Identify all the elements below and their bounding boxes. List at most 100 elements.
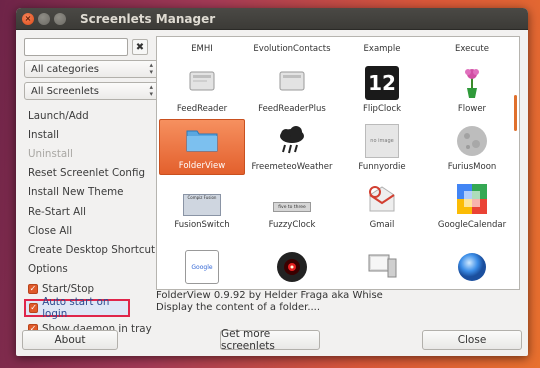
restart-all-button[interactable]: Re-Start All (24, 202, 160, 221)
screenlet-item[interactable]: GoogleCalendar (429, 177, 515, 233)
get-more-label: Get more screenlets (221, 328, 275, 352)
screenlet-label: GoogleCalendar (437, 220, 507, 230)
screenlet-item[interactable]: FeedReader (159, 61, 245, 117)
screenlet-label: Execute (455, 44, 489, 54)
screenlet-filter-value: All Screenlets (31, 85, 100, 97)
flipclock-digits: 12 (368, 71, 396, 95)
screenlet-item[interactable]: five to three FuzzyClock (249, 177, 335, 233)
screenlet-item[interactable]: EvolutionContacts (249, 37, 335, 57)
create-shortcut-button[interactable]: Create Desktop Shortcut (24, 240, 160, 259)
feedreader-icon (185, 66, 219, 100)
no-image-text: no image (370, 138, 394, 144)
screenlet-item[interactable]: Gmail (339, 177, 425, 233)
screenlet-info-description: Display the content of a folder.... (156, 302, 321, 313)
screenlet-label: FuriusMoon (447, 162, 497, 172)
auto-start-checkbox[interactable]: ✓ Auto start on login (24, 295, 130, 320)
window-close-button[interactable]: × (22, 12, 34, 25)
screenlet-label: FusionSwitch (174, 220, 230, 230)
category-combo[interactable]: All categories ▴ ▾ (24, 60, 160, 78)
screenlet-item[interactable]: Compiz Fusion FusionSwitch (159, 177, 245, 233)
fusionswitch-icon: Compiz Fusion (183, 194, 221, 216)
screenlet-label: Flower (457, 104, 487, 114)
screenlet-label: Example (363, 44, 401, 54)
screenlet-item[interactable]: FuriusMoon (429, 119, 515, 175)
google-calendar-icon (455, 182, 489, 216)
fuzzyclock-icon: five to three (273, 202, 311, 212)
title-bar: × Screenlets Manager (16, 8, 528, 30)
window-minimize-button[interactable] (38, 12, 50, 25)
blue-orb-icon (455, 250, 489, 284)
screenlet-label: Gmail (369, 220, 395, 230)
screenlet-item[interactable]: FolderView (159, 119, 245, 175)
screenlet-item[interactable]: EMHI (159, 37, 245, 57)
category-combo-value: All categories (31, 63, 99, 75)
gmail-icon (365, 182, 399, 216)
screenlet-item[interactable]: no image Funnyordie (339, 119, 425, 175)
flower-icon (455, 66, 489, 100)
no-image-icon: no image (365, 124, 399, 158)
close-button-label: Close (457, 334, 487, 346)
window-maximize-button[interactable] (54, 12, 66, 25)
screenlet-label: FolderView (178, 161, 226, 171)
checkmark-icon: ✓ (29, 302, 39, 313)
screenlet-label: FreemeteoWeather (251, 162, 333, 172)
start-stop-label: Start/Stop (42, 282, 95, 295)
computer-icon (365, 250, 399, 284)
uninstall-button[interactable]: Uninstall (24, 144, 160, 163)
window-title: Screenlets Manager (80, 11, 216, 26)
get-more-screenlets-button[interactable]: Get more screenlets (220, 328, 320, 352)
close-all-button[interactable]: Close All (24, 221, 160, 240)
clear-icon: ✖ (135, 41, 145, 53)
about-button-label: About (54, 334, 86, 346)
screenlet-filter-combo[interactable]: All Screenlets ▴ ▾ (24, 82, 160, 100)
auto-start-label: Auto start on login (42, 295, 110, 320)
grid-scrollbar[interactable] (514, 95, 517, 131)
screenlet-item[interactable] (249, 235, 335, 289)
screenlet-item[interactable] (339, 235, 425, 289)
screenlet-info: FolderView 0.9.92 by Helder Fraga aka Wh… (156, 290, 516, 314)
feedreaderplus-icon (275, 66, 309, 100)
action-list: Launch/Add Install Uninstall Reset Scree… (24, 106, 160, 279)
folder-icon (185, 123, 219, 157)
google-icon: Google (185, 250, 219, 284)
reset-config-button[interactable]: Reset Screenlet Config (24, 164, 160, 183)
combo-arrows-icon: ▴ ▾ (149, 83, 153, 98)
search-input[interactable] (24, 38, 128, 56)
checkmark-icon: ✓ (28, 283, 38, 294)
launch-add-button[interactable]: Launch/Add (24, 106, 160, 125)
flipclock-icon: 12 (365, 66, 399, 100)
install-theme-button[interactable]: Install New Theme (24, 183, 160, 202)
screenlet-label: FeedReader (176, 104, 228, 114)
fusionswitch-text: Compiz Fusion (187, 195, 217, 200)
about-button[interactable]: About (22, 330, 118, 350)
screenlet-label: FlipClock (362, 104, 402, 114)
screenlet-info-title: FolderView 0.9.92 by Helder Fraga aka Wh… (156, 290, 383, 301)
hal-icon (275, 250, 309, 284)
options-button[interactable]: Options (24, 260, 160, 279)
screenlet-label: EvolutionContacts (253, 44, 331, 54)
combo-arrows-icon: ▴ ▾ (149, 61, 153, 76)
screenlets-manager-window: × Screenlets Manager ✖ All categories ▴ ▾… (16, 8, 528, 356)
moon-icon (455, 124, 489, 158)
rain-cloud-icon (275, 124, 309, 158)
screenlet-item[interactable]: Execute (429, 37, 515, 57)
screenlet-label: FuzzyClock (268, 220, 316, 230)
close-button[interactable]: Close (422, 330, 522, 350)
screenlet-item[interactable]: Flower (429, 61, 515, 117)
screenlet-item[interactable]: FeedReaderPlus (249, 61, 335, 117)
screenlet-grid: EMHI EvolutionContacts Example Execute F… (156, 36, 520, 290)
left-panel: ✖ All categories ▴ ▾ All Screenlets ▴ ▾ La… (24, 38, 160, 339)
screenlet-item[interactable]: 12 FlipClock (339, 61, 425, 117)
clear-search-button[interactable]: ✖ (132, 39, 148, 55)
screenlet-item[interactable]: Google (159, 235, 245, 289)
screenlet-item[interactable]: FreemeteoWeather (249, 119, 335, 175)
search-row: ✖ (24, 38, 160, 56)
screenlet-item[interactable]: Example (339, 37, 425, 57)
screenlet-item[interactable] (429, 235, 515, 289)
fuzzyclock-text: five to three (278, 204, 306, 210)
screenlet-label: EMHI (191, 44, 213, 54)
screenlet-label: Funnyordie (358, 162, 406, 172)
screenlet-label: FeedReaderPlus (258, 104, 326, 114)
google-icon-text: Google (191, 263, 213, 271)
install-button[interactable]: Install (24, 125, 160, 144)
